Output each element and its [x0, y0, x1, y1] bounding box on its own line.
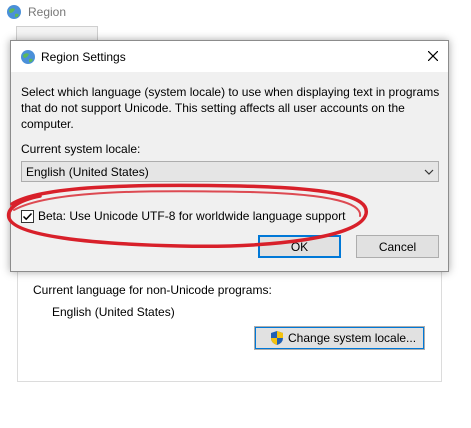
- close-icon: [428, 51, 438, 61]
- uac-shield-icon: [271, 331, 283, 345]
- cancel-button[interactable]: Cancel: [356, 235, 439, 258]
- close-button[interactable]: [418, 41, 448, 71]
- chevron-down-icon: [424, 169, 434, 175]
- non-unicode-value: English (United States): [52, 305, 175, 319]
- change-system-locale-button[interactable]: Change system locale...: [254, 326, 425, 350]
- system-locale-label: Current system locale:: [21, 142, 141, 156]
- ok-button[interactable]: OK: [258, 235, 341, 258]
- dialog-title: Region Settings: [41, 50, 126, 64]
- screenshot-root: Region Current language for non-Unicode …: [0, 0, 471, 428]
- checkmark-icon: [22, 212, 33, 220]
- beta-utf8-label: Beta: Use Unicode UTF-8 for worldwide la…: [38, 209, 346, 223]
- dialog-description: Select which language (system locale) to…: [21, 85, 440, 131]
- region-tab[interactable]: [16, 26, 98, 41]
- cancel-button-label: Cancel: [378, 239, 417, 254]
- beta-utf8-option[interactable]: Beta: Use Unicode UTF-8 for worldwide la…: [21, 208, 346, 224]
- region-settings-dialog: Region Settings Select which language (s…: [10, 40, 449, 272]
- region-titlebar: Region: [0, 0, 471, 26]
- change-system-locale-label: Change system locale...: [288, 331, 417, 345]
- dialog-titlebar: Region Settings: [11, 41, 448, 72]
- system-locale-value: English (United States): [26, 164, 149, 179]
- non-unicode-label: Current language for non-Unicode program…: [33, 283, 272, 297]
- beta-utf8-checkbox[interactable]: [21, 209, 34, 223]
- globe-icon: [7, 5, 21, 19]
- globe-icon: [21, 50, 35, 64]
- ok-button-label: OK: [290, 239, 309, 254]
- system-locale-select[interactable]: English (United States): [21, 161, 439, 182]
- region-window-title: Region: [28, 5, 67, 19]
